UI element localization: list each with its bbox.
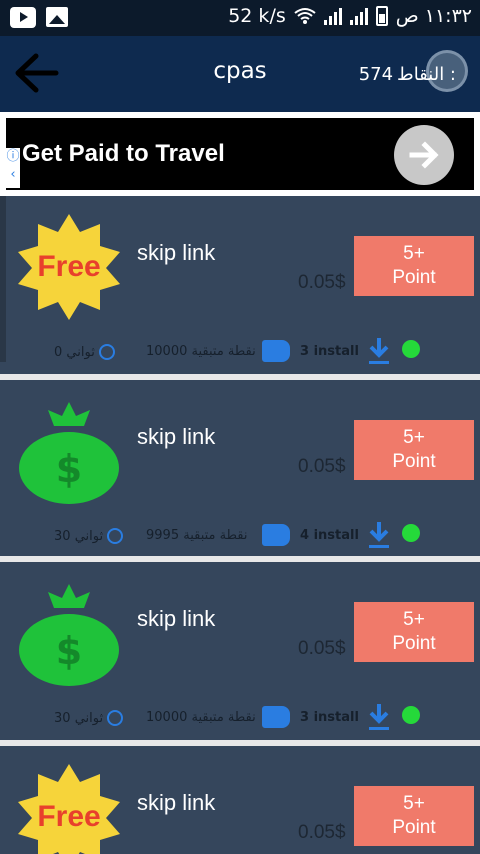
offer-install-count: 4 install: [300, 528, 359, 543]
wifi-icon: [294, 8, 316, 24]
timer-icon: [98, 344, 115, 360]
free-label: Free: [37, 800, 100, 833]
offer-price: 0.05$: [298, 822, 346, 843]
ad-cta-button[interactable]: [394, 125, 454, 185]
offer-price: 0.05$: [298, 638, 346, 659]
tag-icon: [262, 340, 290, 362]
offer-meta: 0 ثواني 10000 نقطة متبقية 3 install: [54, 338, 474, 368]
download-icon[interactable]: [368, 336, 390, 366]
offer-remaining: 10000 نقطة متبقية: [146, 710, 256, 725]
money-bag-icon: $: [14, 396, 124, 506]
offer-install-count: 3 install: [300, 344, 359, 359]
free-badge-icon: Free: [14, 762, 124, 854]
offer-title: skip link: [137, 790, 216, 815]
status-bar: 52 k/s ١١:٣٢ ص: [0, 0, 480, 36]
money-bag-icon: $: [14, 578, 124, 688]
timer-icon: [107, 710, 124, 726]
offer-time: 30 ثواني: [54, 528, 124, 544]
network-speed: 52 k/s: [228, 5, 286, 27]
offer-time: 30 ثواني: [54, 710, 124, 726]
status-dot: [402, 340, 420, 358]
offer-card[interactable]: $ skip link 0.05$ 5+ Point 30 ثواني 9995…: [0, 380, 480, 556]
offer-remaining: 10000 نقطة متبقية: [146, 344, 256, 359]
status-dot: [402, 706, 420, 724]
offer-points-button[interactable]: 5+ Point: [354, 236, 474, 296]
points-value: 574: [358, 64, 394, 85]
tag-icon: [262, 524, 290, 546]
ad-title: Get Paid to Travel: [22, 140, 225, 167]
offer-title: skip link: [137, 424, 216, 449]
offer-meta: 30 ثواني 9995 نقطة متبقية 4 install: [54, 522, 474, 552]
battery-icon: [375, 6, 388, 26]
offer-price: 0.05$: [298, 456, 346, 477]
offer-time: 0 ثواني: [54, 344, 115, 360]
offer-meta: 30 ثواني 10000 نقطة متبقية 3 install: [54, 704, 474, 734]
signal-icon: [323, 7, 342, 25]
dollar-sign: $: [56, 447, 82, 491]
youtube-icon: [10, 7, 36, 28]
download-icon[interactable]: [368, 702, 390, 732]
info-icon[interactable]: ⓘ ‹: [6, 148, 20, 188]
arrow-right-icon: [409, 141, 439, 169]
toolbar: cpas 574 النقاط :: [0, 36, 480, 112]
offer-points-button[interactable]: 5+ Point: [354, 786, 474, 846]
offer-card[interactable]: Free skip link 0.05$ 5+ Point: [0, 746, 480, 854]
offer-title: skip link: [137, 606, 216, 631]
points-label: النقاط :: [397, 64, 456, 85]
offer-card[interactable]: Free skip link 0.05$ 5+ Point 0 ثواني 10…: [0, 196, 480, 374]
ad-banner[interactable]: ⓘ ‹ Get Paid to Travel: [6, 118, 474, 190]
download-icon[interactable]: [368, 520, 390, 550]
tag-icon: [262, 706, 290, 728]
clock-time: ١١:٣٢ ص: [395, 5, 472, 27]
gallery-icon: [46, 7, 68, 27]
offer-install-count: 3 install: [300, 710, 359, 725]
offer-title: skip link: [137, 240, 216, 265]
dollar-sign: $: [56, 629, 82, 673]
free-badge-icon: Free: [14, 212, 124, 322]
free-label: Free: [37, 250, 100, 283]
offer-card[interactable]: $ skip link 0.05$ 5+ Point 30 ثواني 1000…: [0, 562, 480, 740]
offer-points-button[interactable]: 5+ Point: [354, 420, 474, 480]
offer-points-button[interactable]: 5+ Point: [354, 602, 474, 662]
status-dot: [402, 524, 420, 542]
offer-remaining: 9995 نقطة متبقية: [146, 528, 248, 543]
signal-icon-2: [349, 7, 368, 25]
timer-icon: [107, 528, 124, 544]
offer-price: 0.05$: [298, 272, 346, 293]
points-display: 574 النقاط :: [359, 64, 456, 85]
